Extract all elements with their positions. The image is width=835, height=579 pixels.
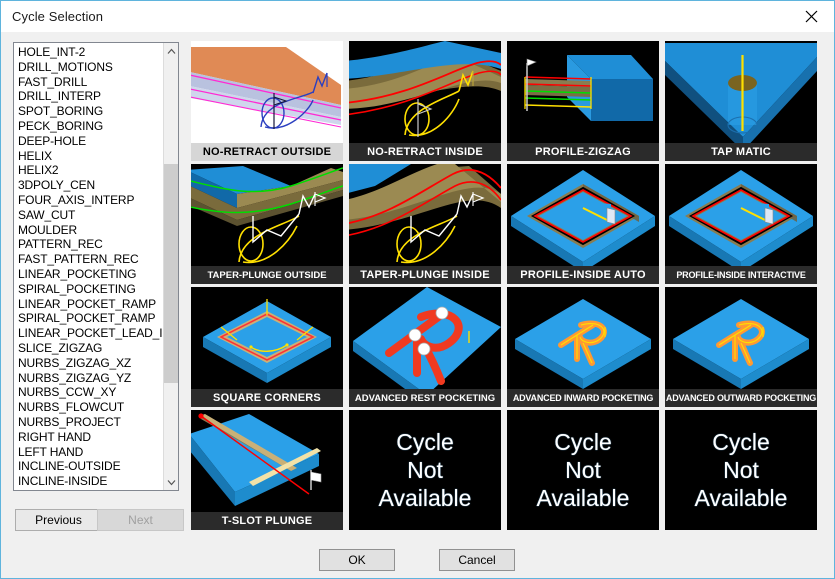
cycle-thumbnail-label: PROFILE-INSIDE AUTO bbox=[507, 266, 659, 284]
list-item[interactable]: FAST_PATTERN_REC bbox=[17, 252, 164, 267]
list-item[interactable]: NURBS_ZIGZAG_YZ bbox=[17, 371, 164, 386]
na-line-3: Available bbox=[379, 484, 472, 512]
cycle-list-scrollbar[interactable] bbox=[163, 43, 178, 490]
title-bar: Cycle Selection bbox=[1, 1, 834, 32]
list-item[interactable]: NURBS_CCW_XY bbox=[17, 385, 164, 400]
cycle-list-items: HOLE_INT-2DRILL_MOTIONSFAST_DRILLDRILL_I… bbox=[14, 43, 164, 490]
cycle-thumbnail[interactable]: ADVANCED OUTWARD POCKETING bbox=[665, 287, 817, 407]
cycle-thumbnail-label: ADVANCED INWARD POCKETING bbox=[507, 389, 659, 407]
scrollbar-track-bottom[interactable] bbox=[164, 383, 179, 476]
cycle-thumbnail-label: TAPER-PLUNGE INSIDE bbox=[349, 266, 501, 284]
cycle-thumbnail[interactable]: PROFILE-ZIGZAG bbox=[507, 41, 659, 161]
ok-button[interactable]: OK bbox=[319, 549, 395, 571]
cycle-thumbnail[interactable]: Cycle Not Available bbox=[349, 410, 501, 530]
list-item[interactable]: NURBS_PROJECT bbox=[17, 415, 164, 430]
list-item[interactable]: NURBS_ZIGZAG_XZ bbox=[17, 356, 164, 371]
cycle-thumbnail[interactable]: T-SLOT PLUNGE bbox=[191, 410, 343, 530]
list-item[interactable]: LINEAR_POCKET_LEAD_IN bbox=[17, 326, 164, 341]
list-item[interactable]: RIGHT HAND bbox=[17, 430, 164, 445]
na-line-3: Available bbox=[695, 484, 788, 512]
list-item[interactable]: SAW_CUT bbox=[17, 208, 164, 223]
list-item[interactable]: INCLINE-OUTSIDE bbox=[17, 459, 164, 474]
chevron-up-icon[interactable] bbox=[164, 43, 179, 59]
not-available-preview: Cycle Not Available bbox=[507, 410, 659, 530]
list-item[interactable]: NURBS_FLOWCUT bbox=[17, 400, 164, 415]
na-line-1: Cycle bbox=[396, 428, 454, 456]
next-button: Next bbox=[97, 509, 184, 531]
close-icon[interactable] bbox=[788, 1, 834, 31]
not-available-preview: Cycle Not Available bbox=[349, 410, 501, 530]
cycle-list[interactable]: HOLE_INT-2DRILL_MOTIONSFAST_DRILLDRILL_I… bbox=[13, 42, 179, 491]
list-item[interactable]: PECK_BORING bbox=[17, 119, 164, 134]
list-item[interactable]: SLICE_ZIGZAG bbox=[17, 341, 164, 356]
list-item[interactable]: SPIRAL_POCKETING bbox=[17, 282, 164, 297]
cycle-not-available-message: Cycle Not Available bbox=[349, 410, 501, 530]
list-item[interactable]: LEFT HAND bbox=[17, 445, 164, 460]
cycle-thumbnail[interactable]: Cycle Not Available bbox=[507, 410, 659, 530]
cycle-thumbnail[interactable]: ADVANCED INWARD POCKETING bbox=[507, 287, 659, 407]
chevron-down-icon[interactable] bbox=[164, 474, 179, 490]
cycle-thumbnail-label: TAP MATIC bbox=[665, 143, 817, 161]
cycle-thumbnail[interactable]: SQUARE CORNERS bbox=[191, 287, 343, 407]
cycle-thumbnail-label: T-SLOT PLUNGE bbox=[191, 512, 343, 530]
cycle-thumbnail[interactable]: TAPER-PLUNGE INSIDE bbox=[349, 164, 501, 284]
list-item[interactable]: MOULDER bbox=[17, 223, 164, 238]
cycle-thumbnail[interactable]: Cycle Not Available bbox=[665, 410, 817, 530]
page-title: Cycle Selection bbox=[12, 9, 103, 24]
cycle-thumbnail[interactable]: TAP MATIC bbox=[665, 41, 817, 161]
list-item[interactable]: HELIX bbox=[17, 149, 164, 164]
cycle-thumbnail[interactable]: TAPER-PLUNGE OUTSIDE bbox=[191, 164, 343, 284]
cycle-thumbnail[interactable]: NO-RETRACT INSIDE bbox=[349, 41, 501, 161]
na-line-3: Available bbox=[537, 484, 630, 512]
cycle-thumbnail-label: PROFILE-INSIDE INTERACTIVE bbox=[665, 266, 817, 284]
list-item[interactable]: INCLINE-CENTER bbox=[17, 489, 164, 491]
cancel-button[interactable]: Cancel bbox=[439, 549, 515, 571]
cycle-selection-dialog: Cycle Selection HOLE_INT-2DRILL_MOTIONSF… bbox=[0, 0, 835, 579]
cycle-not-available-message: Cycle Not Available bbox=[665, 410, 817, 530]
list-item[interactable]: INCLINE-INSIDE bbox=[17, 474, 164, 489]
list-item[interactable]: FAST_DRILL bbox=[17, 75, 164, 90]
list-item[interactable]: HELIX2 bbox=[17, 163, 164, 178]
scrollbar-thumb[interactable] bbox=[164, 164, 179, 383]
cycle-thumbnail-label: NO-RETRACT INSIDE bbox=[349, 143, 501, 161]
cycle-thumbnail-grid: NO-RETRACT OUTSIDE NO-RETRACT INSIDE bbox=[191, 41, 826, 535]
list-item[interactable]: DEEP-HOLE bbox=[17, 134, 164, 149]
cycle-thumbnail-label: NO-RETRACT OUTSIDE bbox=[191, 143, 343, 161]
na-line-2: Not bbox=[565, 456, 601, 484]
na-line-2: Not bbox=[407, 456, 443, 484]
na-line-2: Not bbox=[723, 456, 759, 484]
cycle-not-available-message: Cycle Not Available bbox=[507, 410, 659, 530]
cycle-thumbnail[interactable]: ADVANCED REST POCKETING bbox=[349, 287, 501, 407]
cycle-thumbnail-label: SQUARE CORNERS bbox=[191, 389, 343, 407]
list-item[interactable]: SPIRAL_POCKET_RAMP bbox=[17, 311, 164, 326]
cycle-thumbnail-label: PROFILE-ZIGZAG bbox=[507, 143, 659, 161]
previous-button[interactable]: Previous bbox=[15, 509, 102, 531]
cycle-thumbnail-label: ADVANCED REST POCKETING bbox=[349, 389, 501, 407]
cycle-thumbnail-label: TAPER-PLUNGE OUTSIDE bbox=[191, 266, 343, 284]
list-item[interactable]: SPOT_BORING bbox=[17, 104, 164, 119]
list-item[interactable]: LINEAR_POCKETING bbox=[17, 267, 164, 282]
list-item[interactable]: 3DPOLY_CEN bbox=[17, 178, 164, 193]
list-item[interactable]: HOLE_INT-2 bbox=[17, 45, 164, 60]
list-item[interactable]: DRILL_INTERP bbox=[17, 89, 164, 104]
list-item[interactable]: DRILL_MOTIONS bbox=[17, 60, 164, 75]
cycle-thumbnail[interactable]: NO-RETRACT OUTSIDE bbox=[191, 41, 343, 161]
list-item[interactable]: PATTERN_REC bbox=[17, 237, 164, 252]
not-available-preview: Cycle Not Available bbox=[665, 410, 817, 530]
cycle-thumbnail[interactable]: PROFILE-INSIDE INTERACTIVE bbox=[665, 164, 817, 284]
cycle-thumbnail[interactable]: PROFILE-INSIDE AUTO bbox=[507, 164, 659, 284]
na-line-1: Cycle bbox=[712, 428, 770, 456]
cycle-thumbnail-label: ADVANCED OUTWARD POCKETING bbox=[665, 389, 817, 407]
na-line-1: Cycle bbox=[554, 428, 612, 456]
list-item[interactable]: LINEAR_POCKET_RAMP bbox=[17, 297, 164, 312]
list-item[interactable]: FOUR_AXIS_INTERP bbox=[17, 193, 164, 208]
scrollbar-track-top[interactable] bbox=[164, 59, 179, 164]
